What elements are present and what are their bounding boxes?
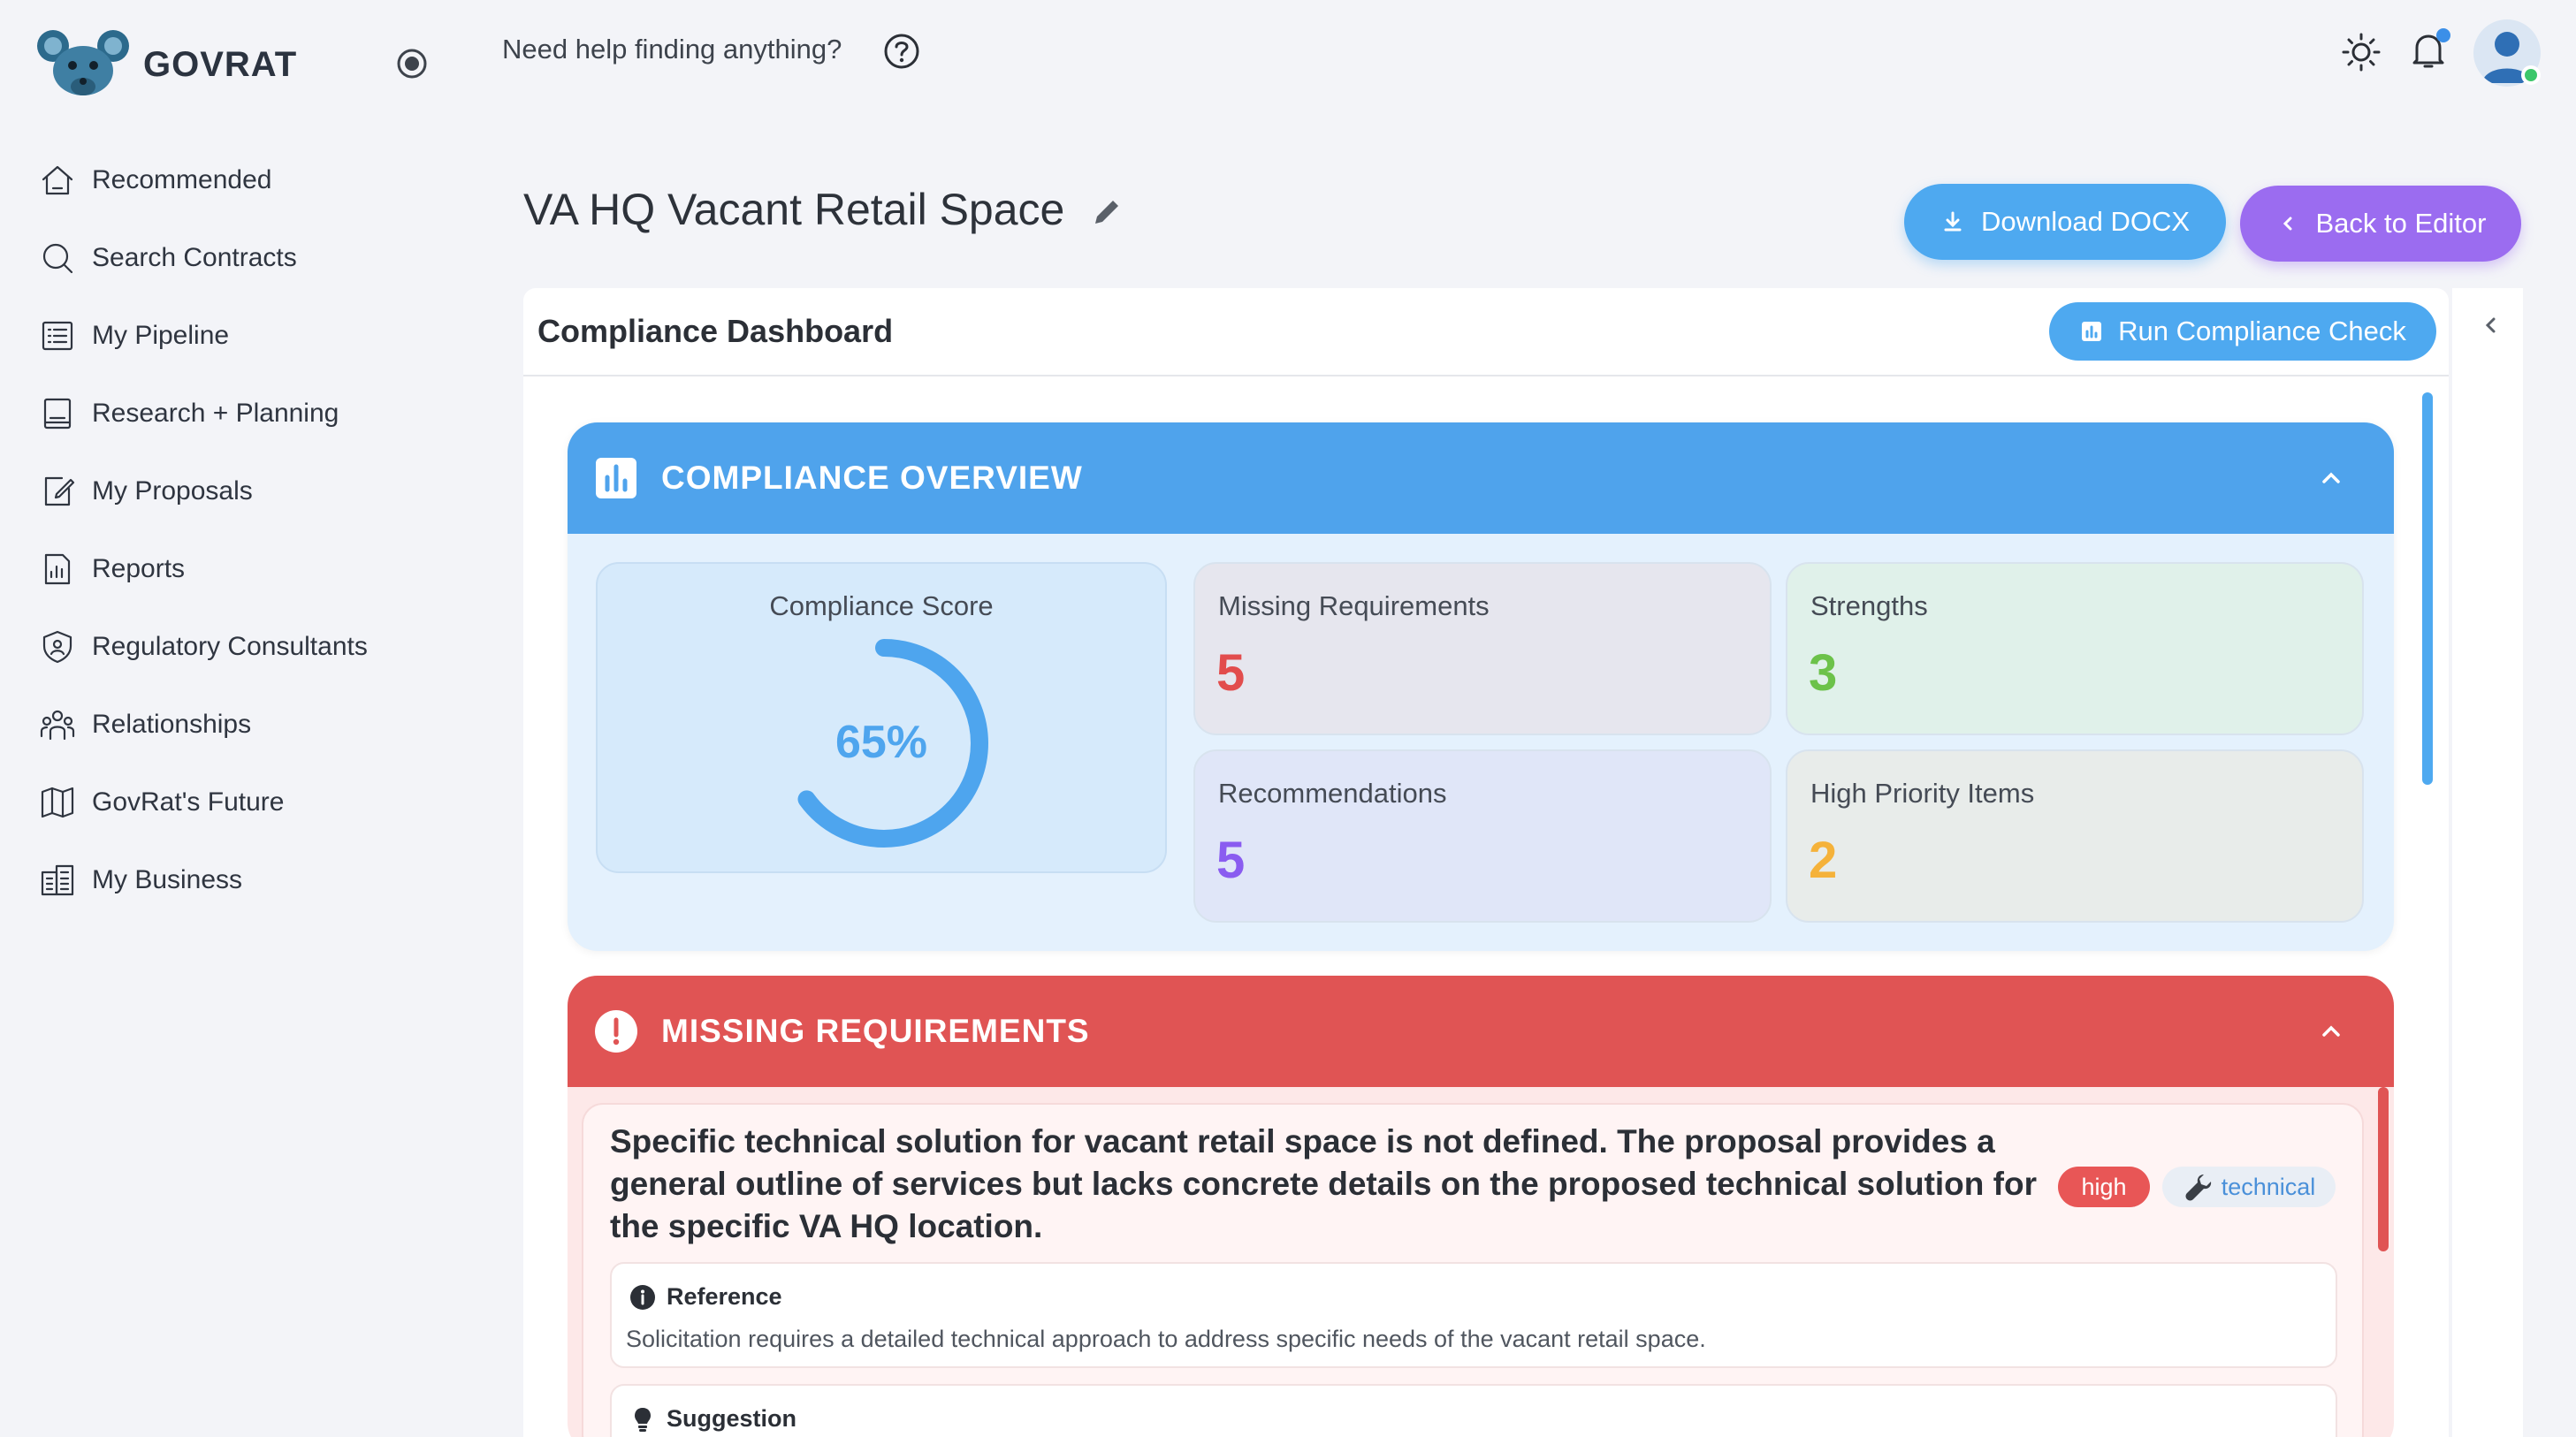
compliance-overview-header[interactable]: COMPLIANCE OVERVIEW: [568, 422, 2394, 534]
high-priority-card[interactable]: High Priority Items 2: [1786, 749, 2364, 923]
sidebar-item-label: Regulatory Consultants: [92, 632, 368, 661]
download-docx-label: Download DOCX: [1980, 206, 2191, 237]
map-icon: [41, 787, 74, 818]
collapse-panel-icon[interactable]: [2477, 311, 2505, 339]
suggestion-title: Suggestion: [667, 1405, 796, 1432]
help-prompt: Need help finding anything?: [502, 34, 842, 65]
compliance-score-value: 65%: [835, 717, 928, 768]
chevron-up-icon[interactable]: [2318, 465, 2344, 491]
recommendations-value: 5: [1216, 832, 1246, 889]
sidebar-item-research-planning[interactable]: Research + Planning: [39, 375, 368, 452]
sidebar-item-label: Research + Planning: [92, 399, 339, 428]
missing-requirements-title: MISSING REQUIREMENTS: [661, 1013, 1090, 1049]
compliance-overview-title: COMPLIANCE OVERVIEW: [661, 460, 1083, 496]
recommendations-card[interactable]: Recommendations 5: [1193, 749, 1772, 923]
dashboard-header: Compliance Dashboard Run Compliance Chec…: [523, 288, 2449, 376]
bar-chart-icon: [596, 458, 636, 498]
sidebar: GOVRAT Recommended Search Contracts My P…: [0, 0, 477, 1437]
right-rail: [2452, 288, 2523, 1437]
back-to-editor-button[interactable]: Back to Editor: [2240, 186, 2521, 262]
rat-logo-icon: [37, 30, 129, 95]
reference-box: Reference Solicitation requires a detail…: [610, 1262, 2337, 1368]
wrench-icon: [2185, 1175, 2211, 1201]
chevron-left-icon: [2283, 217, 2291, 231]
reference-title-row: Reference: [629, 1283, 782, 1311]
high-priority-value: 2: [1809, 832, 1838, 889]
info-icon: [630, 1284, 655, 1310]
building-icon: [41, 864, 74, 896]
sidebar-item-relationships[interactable]: Relationships: [39, 686, 368, 764]
sidebar-item-label: Reports: [92, 554, 186, 583]
page-title: VA HQ Vacant Retail Space: [523, 185, 1065, 234]
shield-user-icon: [42, 630, 72, 664]
suggestion-title-row: Suggestion: [629, 1405, 796, 1433]
suggestion-box: Suggestion: [610, 1384, 2337, 1437]
category-label: technical: [2221, 1173, 2316, 1200]
sidebar-item-my-business[interactable]: My Business: [39, 841, 368, 919]
missing-requirements-label: Missing Requirements: [1218, 590, 1490, 621]
sidebar-item-label: Recommended: [92, 165, 272, 194]
sidebar-item-govrats-future[interactable]: GovRat's Future: [39, 764, 368, 841]
search-icon: [42, 243, 73, 274]
requirement-text: Specific technical solution for vacant r…: [610, 1123, 2037, 1244]
high-priority-label: High Priority Items: [1810, 778, 2035, 809]
back-to-editor-label: Back to Editor: [2315, 208, 2487, 239]
dashboard-scrollbar[interactable]: [2422, 392, 2433, 785]
edit-document-icon: [44, 476, 75, 506]
run-compliance-check-label: Run Compliance Check: [2118, 316, 2406, 346]
category-badge: technical: [2162, 1167, 2336, 1207]
brand-name: GOVRAT: [143, 44, 298, 84]
download-docx-button[interactable]: Download DOCX: [1904, 184, 2226, 260]
home-icon: [42, 165, 73, 195]
recommendations-label: Recommendations: [1218, 778, 1447, 809]
compliance-score-card: Compliance Score 65%: [596, 562, 1167, 873]
strengths-card[interactable]: Strengths 3: [1786, 562, 2364, 735]
sidebar-item-my-proposals[interactable]: My Proposals: [39, 452, 368, 530]
list-icon: [42, 321, 73, 351]
sidebar-item-label: GovRat's Future: [92, 787, 285, 817]
people-icon: [40, 710, 75, 741]
strengths-label: Strengths: [1810, 590, 1928, 621]
book-icon: [43, 398, 72, 430]
report-icon: [44, 553, 71, 585]
online-status-dot: [2521, 65, 2541, 85]
missing-requirements-card[interactable]: Missing Requirements 5: [1193, 562, 1772, 735]
alert-icon: [595, 1010, 637, 1053]
lightbulb-icon: [635, 1407, 651, 1432]
missing-requirements-scrollbar[interactable]: [2378, 1087, 2389, 1251]
download-icon: [1944, 211, 1962, 232]
sidebar-item-label: My Pipeline: [92, 321, 230, 350]
sidebar-item-label: Search Contracts: [92, 243, 297, 272]
sidebar-item-search-contracts[interactable]: Search Contracts: [39, 219, 368, 297]
chart-icon: [2082, 322, 2102, 341]
sidebar-item-label: My Proposals: [92, 476, 253, 506]
reference-text: Solicitation requires a detailed technic…: [626, 1326, 1706, 1352]
sidebar-item-label: Relationships: [92, 710, 252, 739]
strengths-value: 3: [1809, 644, 1838, 702]
run-compliance-check-button[interactable]: Run Compliance Check: [2049, 302, 2436, 361]
sidebar-item-reports[interactable]: Reports: [39, 530, 368, 608]
compliance-score-label: Compliance Score: [769, 590, 994, 621]
sidebar-item-regulatory-consultants[interactable]: Regulatory Consultants: [39, 608, 368, 686]
dashboard-title: Compliance Dashboard: [537, 313, 894, 349]
priority-badge: high: [2058, 1167, 2150, 1207]
help-icon[interactable]: [882, 32, 921, 71]
theme-toggle-icon[interactable]: [2339, 30, 2383, 74]
missing-requirements-value: 5: [1216, 644, 1246, 702]
edit-pencil-icon[interactable]: [1089, 194, 1124, 230]
sidebar-toggle-icon[interactable]: [394, 46, 430, 81]
brand[interactable]: GOVRAT: [35, 27, 297, 103]
sidebar-item-recommended[interactable]: Recommended: [39, 141, 368, 219]
reference-title: Reference: [667, 1283, 782, 1310]
sidebar-nav: Recommended Search Contracts My Pipeline…: [39, 141, 368, 919]
sidebar-item-my-pipeline[interactable]: My Pipeline: [39, 297, 368, 375]
chevron-up-icon[interactable]: [2318, 1018, 2344, 1045]
notification-dot: [2436, 28, 2450, 42]
missing-requirements-header[interactable]: MISSING REQUIREMENTS: [568, 976, 2394, 1087]
sidebar-item-label: My Business: [92, 865, 243, 894]
